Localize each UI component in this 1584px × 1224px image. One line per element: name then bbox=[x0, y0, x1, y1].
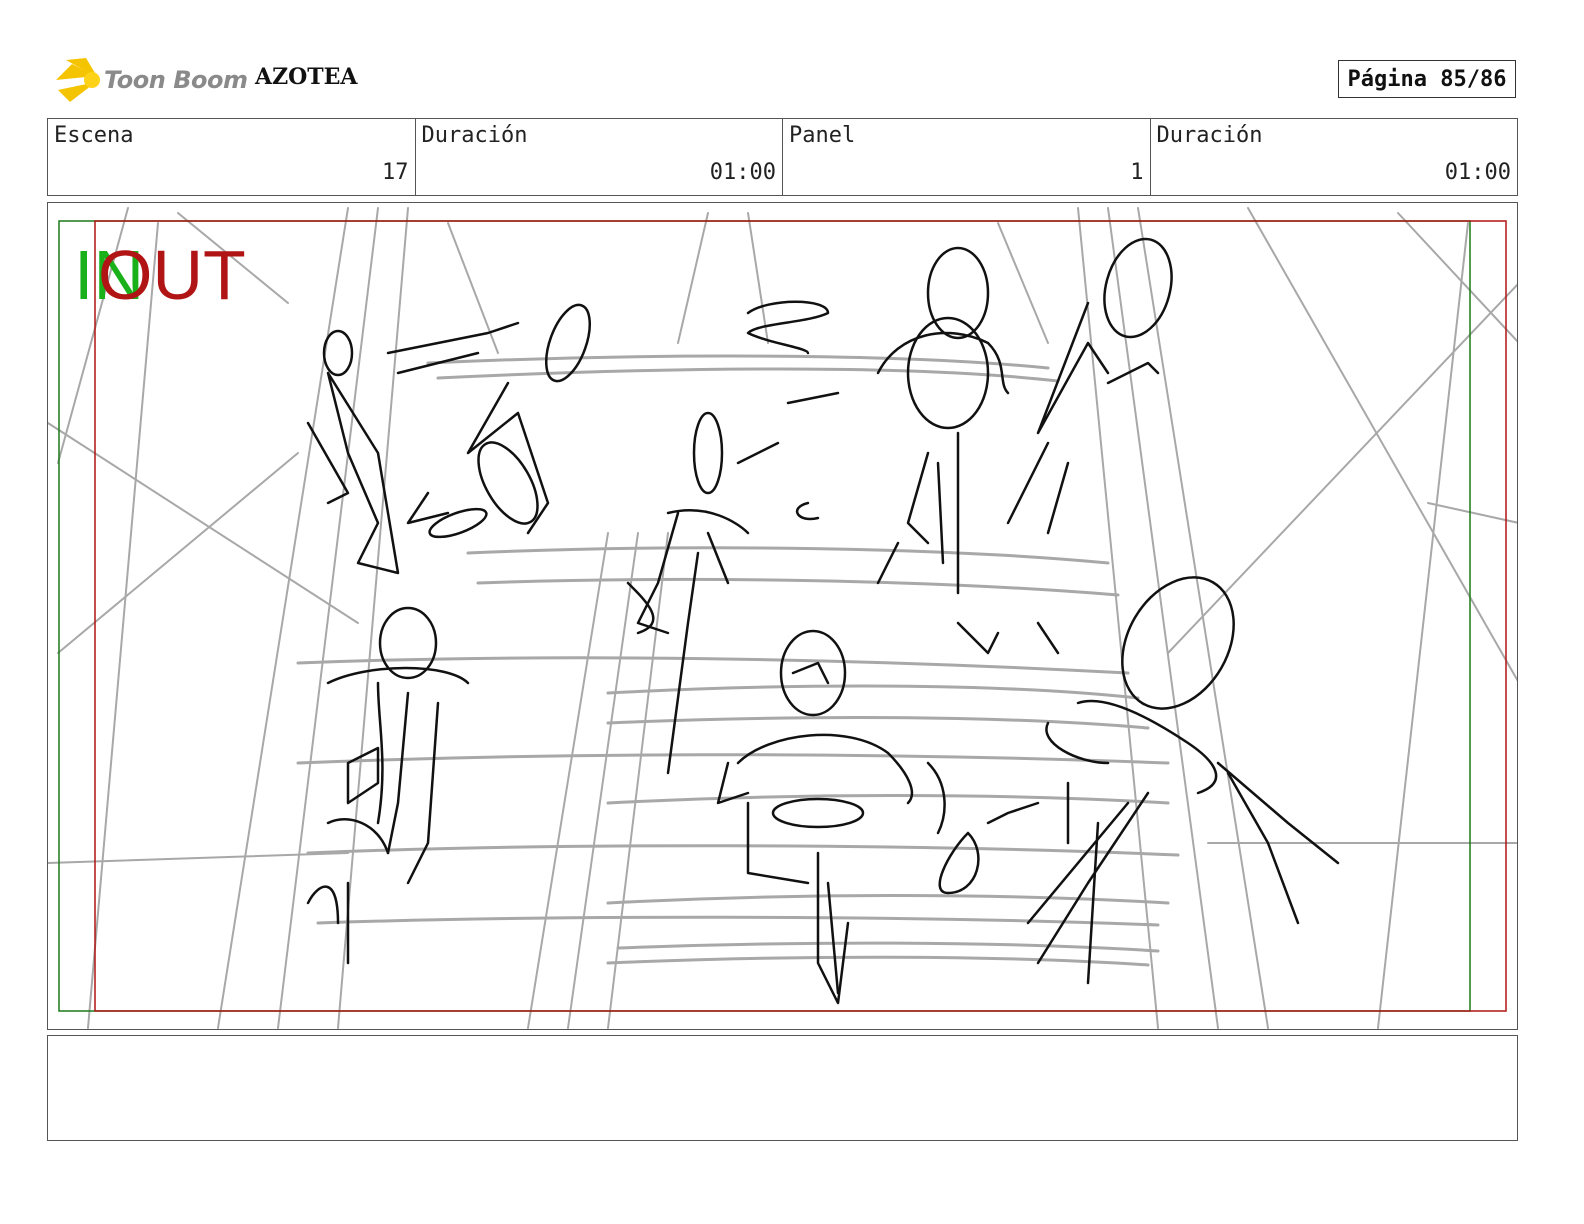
panel-value: 1 bbox=[1130, 160, 1144, 185]
page-number: Página 85/86 bbox=[1338, 60, 1516, 98]
scene-duration-label: Duración bbox=[421, 123, 528, 148]
out-frame-label: OUT bbox=[98, 236, 246, 314]
logo-text: Toon Boom bbox=[104, 66, 248, 94]
panel-duration-label: Duración bbox=[1156, 123, 1263, 148]
notes-box[interactable] bbox=[47, 1035, 1518, 1141]
panel-duration-cell: Duración 01:00 bbox=[1151, 119, 1518, 195]
panel-label: Panel bbox=[789, 123, 856, 148]
scene-value: 17 bbox=[382, 160, 409, 185]
panel-duration-value: 01:00 bbox=[1444, 160, 1511, 185]
sketch-drawing bbox=[48, 207, 1517, 1029]
scene-label: Escena bbox=[54, 123, 134, 148]
scene-info-row: Escena 17 Duración 01:00 Panel 1 Duració… bbox=[47, 118, 1518, 196]
panel-cell: Panel 1 bbox=[783, 119, 1151, 195]
project-title: AZOTEA bbox=[255, 64, 358, 90]
scene-duration-value: 01:00 bbox=[709, 160, 776, 185]
storyboard-panel bbox=[47, 202, 1518, 1030]
scene-cell: Escena 17 bbox=[48, 119, 416, 195]
scene-duration-cell: Duración 01:00 bbox=[416, 119, 783, 195]
